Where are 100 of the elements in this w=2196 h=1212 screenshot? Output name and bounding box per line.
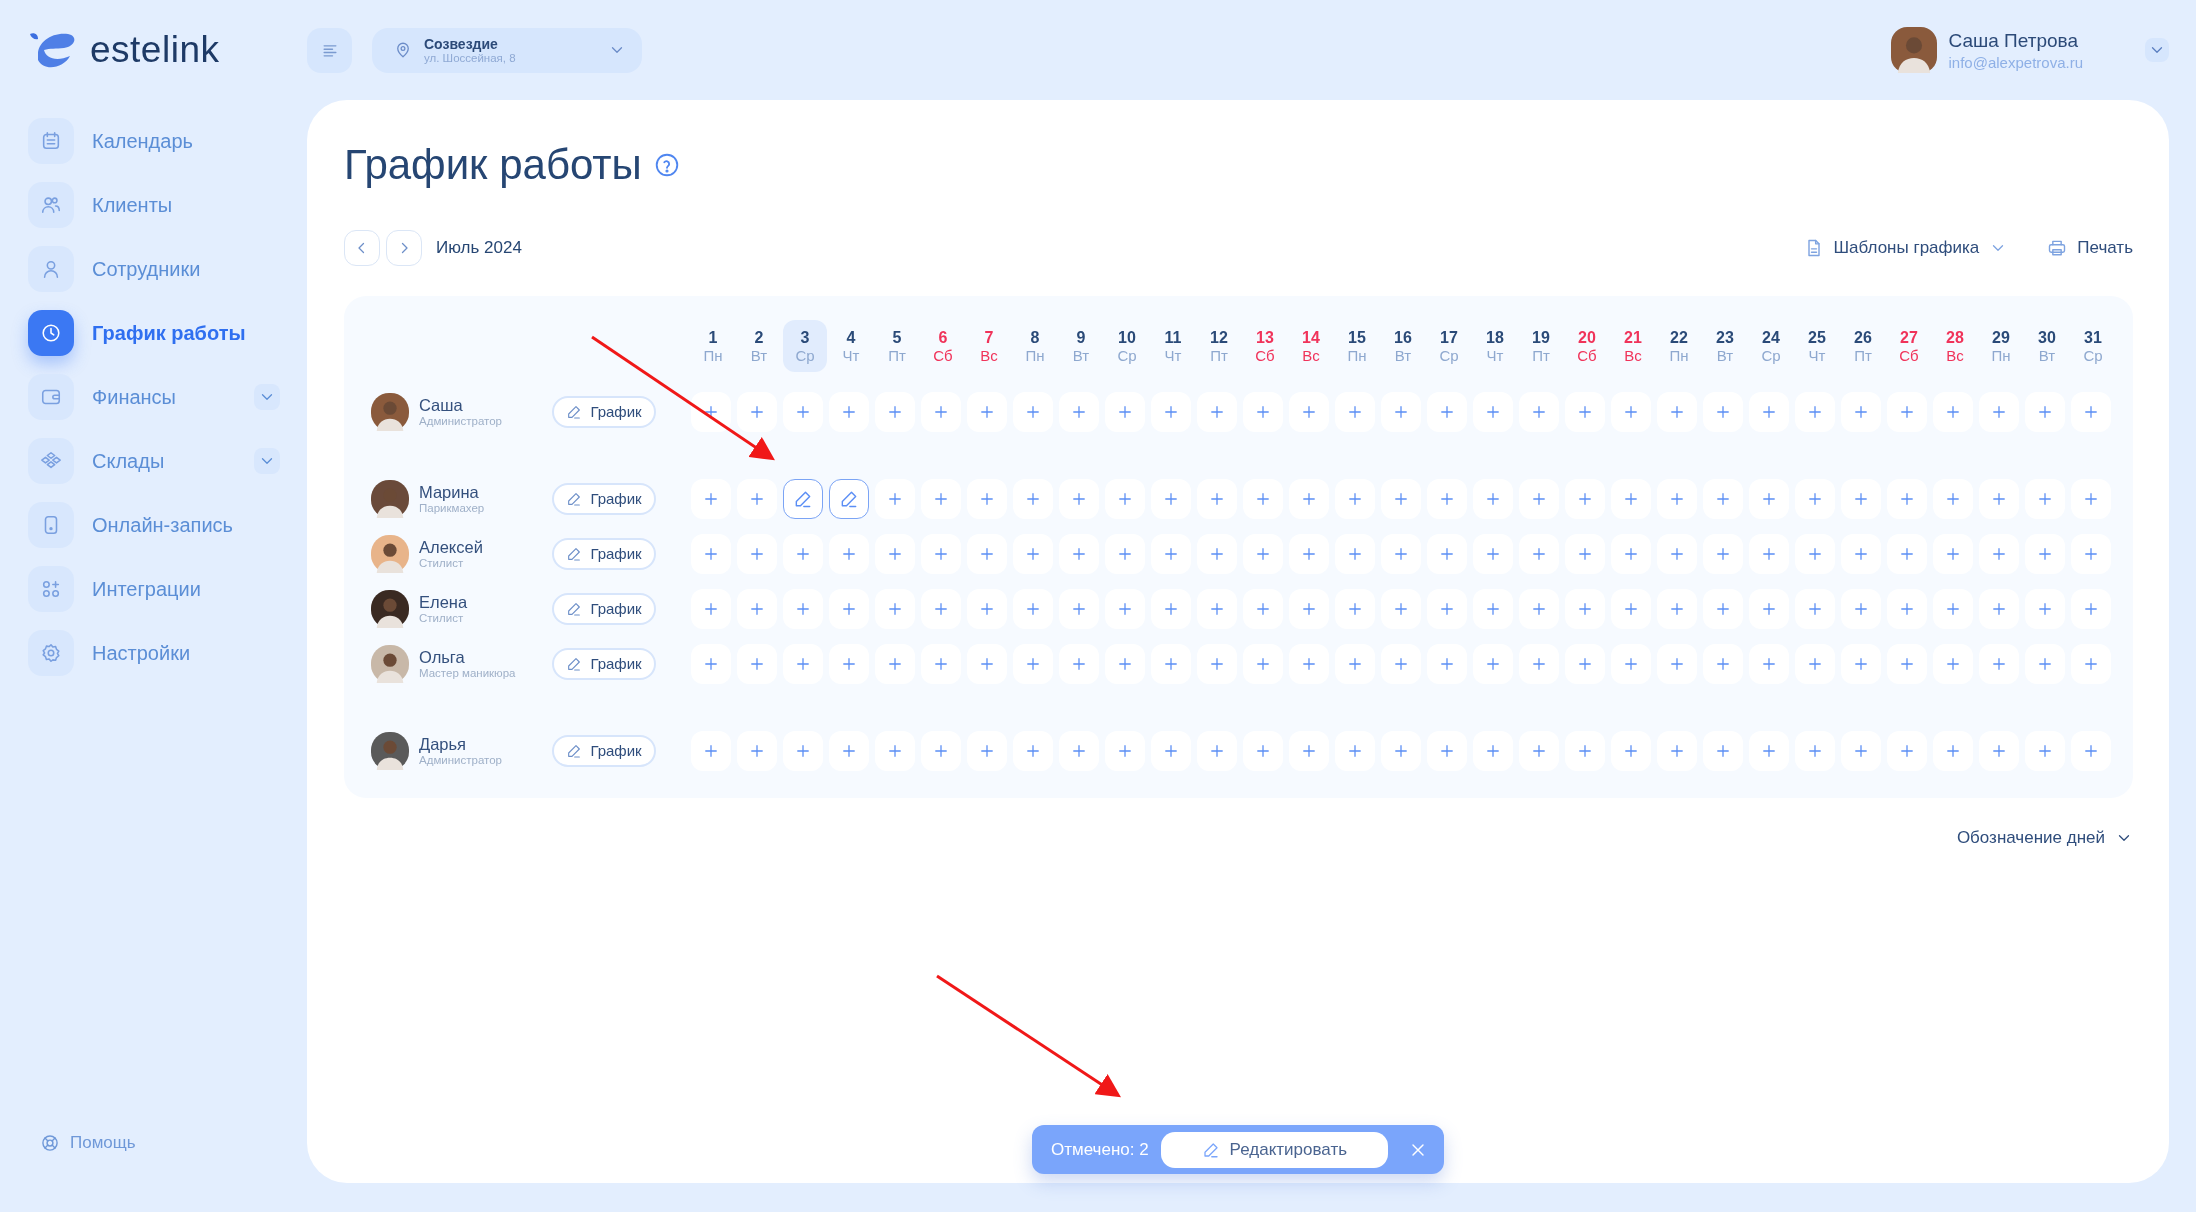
day-cell[interactable] bbox=[1197, 730, 1237, 771]
day-cell[interactable] bbox=[1427, 478, 1467, 519]
day-cell[interactable] bbox=[1473, 478, 1513, 519]
day-header[interactable]: 30 Вт bbox=[2025, 320, 2069, 372]
day-cell[interactable] bbox=[967, 391, 1007, 432]
day-cell[interactable] bbox=[2071, 730, 2111, 771]
day-cell[interactable] bbox=[1151, 588, 1191, 629]
day-cell[interactable] bbox=[1841, 730, 1881, 771]
day-header[interactable]: 31 Ср bbox=[2071, 320, 2115, 372]
day-header[interactable]: 4 Чт bbox=[829, 320, 873, 372]
menu-button[interactable] bbox=[307, 27, 352, 73]
day-cell[interactable] bbox=[783, 588, 823, 629]
day-cell[interactable] bbox=[1197, 533, 1237, 574]
day-cell[interactable] bbox=[1151, 643, 1191, 684]
day-cell[interactable] bbox=[1749, 730, 1789, 771]
day-cell[interactable] bbox=[2071, 391, 2111, 432]
day-cell[interactable] bbox=[1565, 730, 1605, 771]
legend-dropdown[interactable]: Обозначение дней bbox=[1956, 828, 2133, 848]
day-header[interactable]: 13 Сб bbox=[1243, 320, 1287, 372]
day-cell[interactable] bbox=[1933, 391, 1973, 432]
day-cell[interactable] bbox=[1795, 588, 1835, 629]
day-cell[interactable] bbox=[1013, 478, 1053, 519]
day-cell[interactable] bbox=[1381, 588, 1421, 629]
day-cell[interactable] bbox=[1657, 478, 1697, 519]
day-cell[interactable] bbox=[1473, 533, 1513, 574]
day-cell[interactable] bbox=[1427, 643, 1467, 684]
user-menu-button[interactable] bbox=[2145, 38, 2169, 62]
day-header[interactable]: 3 Ср bbox=[783, 320, 827, 372]
templates-dropdown[interactable]: Шаблоны графика bbox=[1803, 238, 2008, 258]
day-cell[interactable] bbox=[737, 588, 777, 629]
day-cell[interactable] bbox=[1703, 478, 1743, 519]
day-cell[interactable] bbox=[1151, 478, 1191, 519]
day-cell[interactable] bbox=[1519, 588, 1559, 629]
day-header[interactable]: 20 Сб bbox=[1565, 320, 1609, 372]
day-header[interactable]: 23 Вт bbox=[1703, 320, 1747, 372]
day-cell[interactable] bbox=[875, 478, 915, 519]
day-cell[interactable] bbox=[1933, 588, 1973, 629]
day-cell[interactable] bbox=[1059, 588, 1099, 629]
day-header[interactable]: 29 Пн bbox=[1979, 320, 2023, 372]
day-cell[interactable] bbox=[1703, 643, 1743, 684]
day-cell[interactable] bbox=[967, 588, 1007, 629]
day-cell[interactable] bbox=[1105, 533, 1145, 574]
day-cell[interactable] bbox=[1887, 730, 1927, 771]
day-cell[interactable] bbox=[1565, 533, 1605, 574]
day-cell[interactable] bbox=[1105, 730, 1145, 771]
day-cell[interactable] bbox=[1611, 391, 1651, 432]
location-dropdown[interactable]: Созвездие ул. Шоссейная, 8 bbox=[372, 27, 642, 73]
day-cell[interactable] bbox=[921, 533, 961, 574]
day-cell[interactable] bbox=[1427, 533, 1467, 574]
day-cell[interactable] bbox=[1519, 643, 1559, 684]
day-cell[interactable] bbox=[1979, 588, 2019, 629]
day-cell[interactable] bbox=[1841, 643, 1881, 684]
day-cell[interactable] bbox=[1105, 478, 1145, 519]
day-cell[interactable] bbox=[1289, 588, 1329, 629]
day-cell[interactable] bbox=[1105, 391, 1145, 432]
sidebar-item[interactable]: График работы bbox=[28, 310, 280, 356]
day-cell[interactable] bbox=[2025, 533, 2065, 574]
day-cell[interactable] bbox=[1565, 478, 1605, 519]
day-cell[interactable] bbox=[875, 588, 915, 629]
day-cell[interactable] bbox=[1979, 643, 2019, 684]
day-cell[interactable] bbox=[1473, 588, 1513, 629]
day-cell[interactable] bbox=[1519, 478, 1559, 519]
day-cell[interactable] bbox=[1611, 533, 1651, 574]
day-cell[interactable] bbox=[1841, 533, 1881, 574]
day-cell[interactable] bbox=[1473, 391, 1513, 432]
day-cell[interactable] bbox=[1933, 533, 1973, 574]
day-cell[interactable] bbox=[1243, 730, 1283, 771]
day-cell[interactable] bbox=[1887, 643, 1927, 684]
day-cell[interactable] bbox=[921, 391, 961, 432]
day-cell[interactable] bbox=[2071, 643, 2111, 684]
day-cell[interactable] bbox=[1565, 391, 1605, 432]
day-header[interactable]: 9 Вт bbox=[1059, 320, 1103, 372]
day-cell[interactable] bbox=[1933, 643, 1973, 684]
day-cell[interactable] bbox=[783, 730, 823, 771]
day-cell[interactable] bbox=[737, 391, 777, 432]
day-cell[interactable] bbox=[1151, 730, 1191, 771]
day-header[interactable]: 8 Пн bbox=[1013, 320, 1057, 372]
day-cell[interactable] bbox=[1473, 643, 1513, 684]
day-header[interactable]: 6 Сб bbox=[921, 320, 965, 372]
day-cell[interactable] bbox=[1887, 533, 1927, 574]
day-cell[interactable] bbox=[1427, 588, 1467, 629]
day-cell[interactable] bbox=[1243, 533, 1283, 574]
day-cell[interactable] bbox=[2071, 478, 2111, 519]
day-cell[interactable] bbox=[829, 533, 869, 574]
day-cell[interactable] bbox=[1105, 588, 1145, 629]
day-cell[interactable] bbox=[1657, 533, 1697, 574]
day-cell[interactable] bbox=[1335, 533, 1375, 574]
next-month-button[interactable] bbox=[386, 230, 422, 266]
day-cell[interactable] bbox=[1795, 730, 1835, 771]
day-cell[interactable] bbox=[921, 730, 961, 771]
day-cell[interactable] bbox=[1611, 643, 1651, 684]
day-cell[interactable] bbox=[1611, 588, 1651, 629]
day-header[interactable]: 27 Сб bbox=[1887, 320, 1931, 372]
schedule-button[interactable]: График bbox=[552, 482, 656, 515]
day-header[interactable]: 2 Вт bbox=[737, 320, 781, 372]
day-cell[interactable] bbox=[1059, 478, 1099, 519]
day-header[interactable]: 5 Пт bbox=[875, 320, 919, 372]
day-header[interactable]: 7 Вс bbox=[967, 320, 1011, 372]
day-cell[interactable] bbox=[1335, 478, 1375, 519]
day-cell[interactable] bbox=[1795, 478, 1835, 519]
